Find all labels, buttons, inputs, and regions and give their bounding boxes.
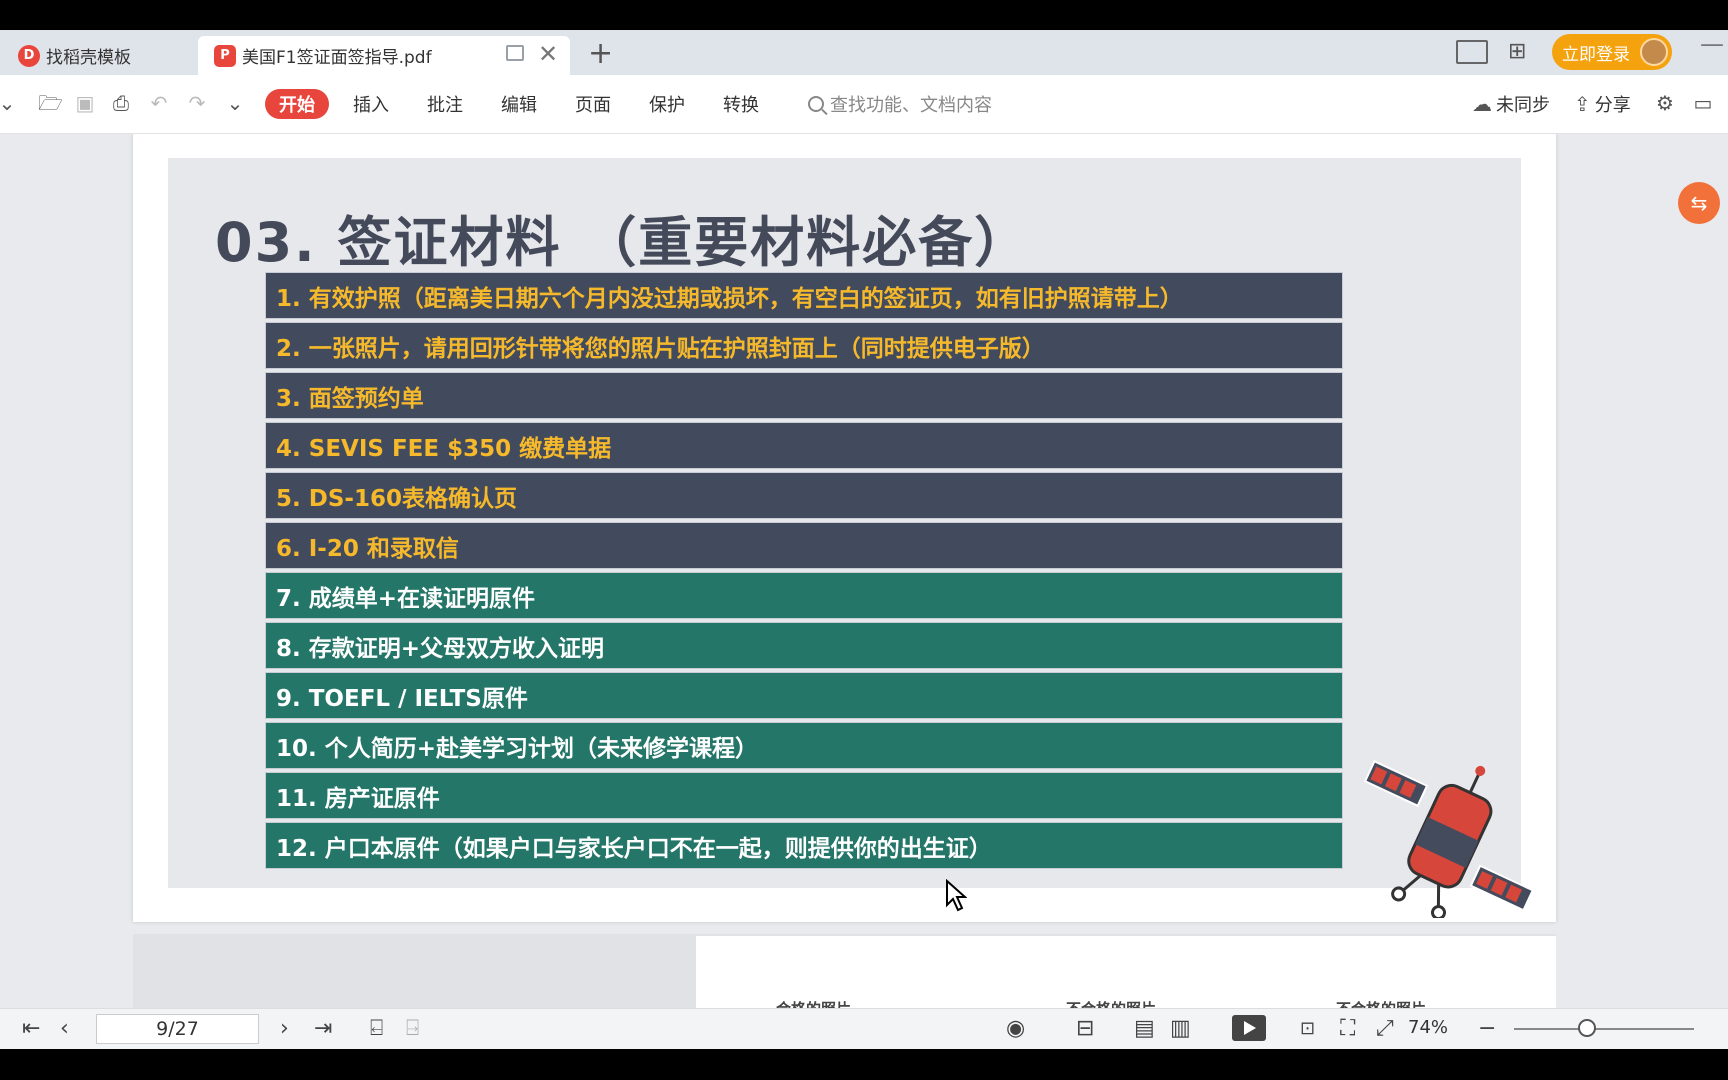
tab-bar: D 找稻壳模板 P 美国F1签证面签指导.pdf ✕ + ⊞ 立即登录 — [0,30,1728,75]
gear-icon[interactable]: ⚙ [1654,93,1676,113]
last-page-icon[interactable]: ⇥ [314,1017,332,1041]
material-item: 3. 面签预约单 [265,372,1343,419]
slide-title: 03. 签证材料 （重要材料必备） [215,211,1031,274]
page-number-input[interactable]: 9/27 [96,1014,259,1044]
apps-grid-icon[interactable]: ⊞ [1508,40,1532,64]
main-toolbar: ⌄ 🗁 ▣ ⎙ ↶ ↷ ⌄ 开始 插入 批注 编辑 页面 保护 转换 查找功能、… [0,75,1728,134]
material-item: 1. 有效护照（距离美日期六个月内没过期或损坏，有空白的签证页，如有旧护照请带上… [265,272,1343,319]
prev-page-icon[interactable]: ‹ [60,1017,69,1041]
fit-width-icon[interactable]: ⤢ [1376,1017,1394,1041]
redo-icon[interactable]: ↷ [186,93,208,113]
menu-page[interactable]: 页面 [575,89,611,119]
next-page-icon[interactable]: › [280,1017,289,1041]
tab-pdf-document[interactable]: P 美国F1签证面签指导.pdf ✕ [198,36,570,75]
back-icon[interactable]: ⍇ [370,1017,383,1041]
undo-icon[interactable]: ↶ [148,93,170,113]
pdf-reader-window: D 找稻壳模板 P 美国F1签证面签指导.pdf ✕ + ⊞ 立即登录 — ⌄ … [0,30,1728,1049]
reading-mode-icon[interactable] [1456,40,1488,64]
material-item: 5. DS-160表格确认页 [265,472,1343,519]
pdf-page: 03. 签证材料 （重要材料必备） 1. 有效护照（距离美日期六个月内没过期或损… [133,134,1556,922]
material-item: 8. 存款证明+父母双方收入证明 [265,622,1343,669]
menu-start[interactable]: 开始 [265,89,329,119]
tab-label: 美国F1签证面签指导.pdf [242,48,432,68]
more-dropdown-icon[interactable]: ⌄ [224,93,246,113]
save-icon[interactable]: ▣ [74,93,96,113]
status-bar: ⇤ ‹ 9/27 › ⇥ ⍇ ⍈ ◉ ⊟ ▤ ▥ ⊡ ⛶ ⤢ 74% − [0,1008,1728,1049]
material-item: 7. 成绩单+在读证明原件 [265,572,1343,619]
photo-label: 合格的照片 [776,998,851,1008]
actual-size-icon[interactable]: ⊡ [1300,1017,1315,1041]
zoom-out-icon[interactable]: − [1478,1017,1496,1041]
material-item: 11. 房产证原件 [265,772,1343,819]
menu-insert[interactable]: 插入 [353,89,389,119]
zoom-level[interactable]: 74% [1408,1017,1448,1038]
material-item: 2. 一张照片，请用回形针带将您的照片贴在护照封面上（同时提供电子版） [265,322,1343,369]
play-slideshow-button[interactable] [1232,1015,1266,1041]
floating-assistant-icon[interactable]: ⇆ [1678,182,1720,224]
pdf-file-icon: P [214,44,236,67]
tab-label: 找稻壳模板 [46,48,131,68]
docer-logo-icon: D [18,44,40,67]
single-page-icon[interactable]: ▤ [1134,1017,1155,1041]
chevron-down-icon[interactable]: ⌄ [0,93,18,113]
material-item: 4. SEVIS FEE $350 缴费单据 [265,422,1343,469]
eye-care-icon[interactable]: ◉ [1006,1017,1025,1041]
menu-protect[interactable]: 保护 [649,89,685,119]
slide: 03. 签证材料 （重要材料必备） 1. 有效护照（距离美日期六个月内没过期或损… [168,158,1535,918]
zoom-slider[interactable] [1514,1028,1694,1030]
cloud-icon: ☁ [1472,92,1492,116]
fit-page-icon[interactable]: ⛶ [1340,1017,1355,1041]
material-item: 9. TOEFL / IELTS原件 [265,672,1343,719]
comment-icon[interactable]: ▭ [1692,93,1714,113]
forward-icon[interactable]: ⍈ [406,1017,419,1041]
close-tab-icon[interactable]: ✕ [538,40,558,68]
open-folder-icon[interactable]: 🗁 [38,93,63,113]
share-button[interactable]: ⇪ 分享 [1574,89,1631,119]
material-item: 10. 个人简历+赴美学习计划（未来修学课程） [265,722,1343,769]
print-icon[interactable]: ⎙ [110,93,132,113]
photo-label: 不合格的照片 [1066,998,1156,1008]
pin-tab-icon[interactable] [506,45,524,61]
two-page-icon[interactable]: ▥ [1170,1017,1191,1041]
sync-status-button[interactable]: ☁ 未同步 [1472,89,1550,119]
first-page-icon[interactable]: ⇤ [22,1017,40,1041]
material-item: 6. I-20 和录取信 [265,522,1343,569]
tab-template-store[interactable]: D 找稻壳模板 [18,36,188,75]
avatar [1640,38,1668,66]
next-pdf-page: 合格的照片 不合格的照片 不合格的照片 [133,934,1556,1008]
menu-convert[interactable]: 转换 [723,89,759,119]
menu-annotate[interactable]: 批注 [427,89,463,119]
search-icon [808,96,824,112]
share-icon: ⇪ [1574,92,1591,116]
material-item: 12. 户口本原件（如果户口与家长户口不在一起，则提供你的出生证） [265,822,1343,869]
zoom-slider-handle[interactable] [1578,1019,1596,1037]
menu-edit[interactable]: 编辑 [501,89,537,119]
continuous-scroll-icon[interactable]: ⊟ [1076,1017,1094,1041]
mouse-cursor-icon [946,879,967,912]
satellite-illustration [1363,759,1535,918]
search-input[interactable]: 查找功能、文档内容 [808,89,992,119]
minimize-icon[interactable]: — [1700,30,1724,58]
login-button[interactable]: 立即登录 [1552,34,1672,70]
photo-label: 不合格的照片 [1336,998,1426,1008]
document-viewport[interactable]: 03. 签证材料 （重要材料必备） 1. 有效护照（距离美日期六个月内没过期或损… [0,134,1728,1008]
materials-list: 1. 有效护照（距离美日期六个月内没过期或损坏，有空白的签证页，如有旧护照请带上… [265,272,1343,872]
new-tab-button[interactable]: + [588,36,613,71]
